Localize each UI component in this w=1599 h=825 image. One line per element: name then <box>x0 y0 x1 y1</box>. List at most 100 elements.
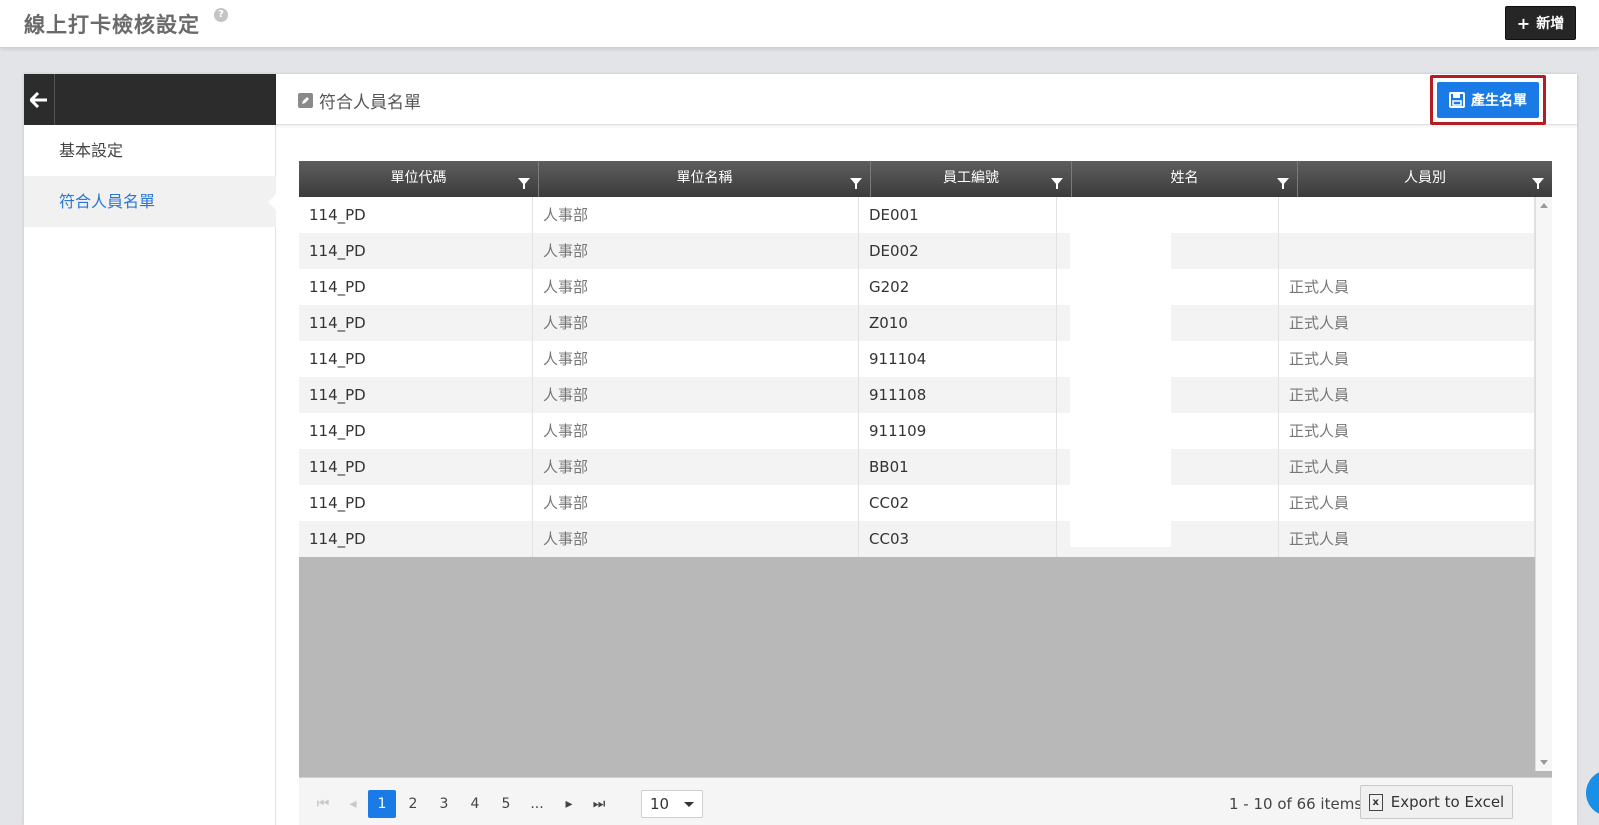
generate-list-label: 產生名單 <box>1471 93 1527 109</box>
filter-icon[interactable] <box>1277 178 1289 189</box>
table-row[interactable]: 114_PD 人事部 911109 正式人員 <box>299 413 1535 449</box>
add-button[interactable]: + 新增 <box>1505 6 1576 40</box>
cell-unit-code: 114_PD <box>299 305 533 341</box>
add-button-label: 新增 <box>1536 16 1565 32</box>
content-header: 符合人員名單 <box>276 74 1577 125</box>
scroll-down-icon[interactable] <box>1540 760 1548 765</box>
save-icon <box>1449 92 1465 108</box>
page-size-value: 10 <box>650 795 670 813</box>
generate-list-button[interactable]: 產生名單 <box>1437 82 1539 118</box>
help-icon[interactable]: ? <box>214 8 228 22</box>
edit-icon <box>298 93 313 108</box>
cell-unit-code: 114_PD <box>299 197 533 233</box>
cell-emp-id: DE001 <box>859 197 1057 233</box>
page-button-3[interactable]: 3 <box>430 790 458 818</box>
chevron-down-icon <box>684 802 694 807</box>
cell-staff-type: 正式人員 <box>1279 521 1535 557</box>
sidebar: 基本設定 符合人員名單 <box>24 74 277 825</box>
plus-icon: + <box>1516 13 1531 33</box>
cell-unit-code: 114_PD <box>299 377 533 413</box>
cell-staff-type: 正式人員 <box>1279 449 1535 485</box>
filter-icon[interactable] <box>1051 178 1063 189</box>
cell-unit-name: 人事部 <box>533 233 859 269</box>
column-label: 姓名 <box>1170 170 1199 186</box>
column-header-staff-type[interactable]: 人員別 <box>1298 161 1552 197</box>
cell-unit-code: 114_PD <box>299 413 533 449</box>
arrow-left-icon <box>30 91 47 108</box>
cell-unit-name: 人事部 <box>533 341 859 377</box>
cell-unit-name: 人事部 <box>533 197 859 233</box>
cell-staff-type <box>1279 197 1535 233</box>
chat-icon[interactable] <box>1586 770 1599 816</box>
sidebar-item-basic-settings[interactable]: 基本設定 <box>24 125 276 176</box>
cell-emp-id: DE002 <box>859 233 1057 269</box>
cell-staff-type: 正式人員 <box>1279 485 1535 521</box>
table-row[interactable]: 114_PD 人事部 CC02 正式人員 <box>299 485 1535 521</box>
excel-icon: x <box>1368 793 1383 811</box>
cell-emp-id: BB01 <box>859 449 1057 485</box>
page-size-select[interactable]: 10 <box>641 790 703 818</box>
column-label: 單位代碼 <box>390 170 447 186</box>
scroll-up-icon[interactable] <box>1540 203 1548 208</box>
cell-emp-id: CC02 <box>859 485 1057 521</box>
table-row[interactable]: 114_PD 人事部 DE002 <box>299 233 1535 269</box>
column-label: 人員別 <box>1404 170 1446 186</box>
next-page-icon[interactable]: ▸ <box>555 790 583 818</box>
cell-staff-type: 正式人員 <box>1279 269 1535 305</box>
column-label: 單位名稱 <box>676 170 733 186</box>
prev-page-icon[interactable]: ◂ <box>339 790 367 818</box>
cell-unit-name: 人事部 <box>533 305 859 341</box>
cell-unit-code: 114_PD <box>299 233 533 269</box>
column-header-unit-code[interactable]: 單位代碼 <box>299 161 539 197</box>
cell-emp-id: CC03 <box>859 521 1057 557</box>
page-button-2[interactable]: 2 <box>399 790 427 818</box>
table-row[interactable]: 114_PD 人事部 DE001 <box>299 197 1535 233</box>
page-title: 線上打卡檢核設定 <box>24 13 200 37</box>
table-row[interactable]: 114_PD 人事部 Z010 正式人員 <box>299 305 1535 341</box>
cell-unit-code: 114_PD <box>299 341 533 377</box>
column-header-unit-name[interactable]: 單位名稱 <box>539 161 871 197</box>
section-title-label: 符合人員名單 <box>319 93 421 113</box>
section-title: 符合人員名單 <box>298 88 421 113</box>
cell-unit-name: 人事部 <box>533 269 859 305</box>
vertical-scrollbar[interactable] <box>1535 197 1552 771</box>
first-page-icon[interactable]: ⏮ <box>309 790 337 818</box>
name-column-mask <box>1070 197 1171 547</box>
cell-unit-code: 114_PD <box>299 521 533 557</box>
export-excel-button[interactable]: x Export to Excel <box>1360 785 1513 819</box>
data-grid: 單位代碼 單位名稱 員工編號 姓名 人員別 114_PD 人事部 DE001 114_… <box>299 161 1552 825</box>
back-button[interactable] <box>24 74 55 125</box>
cell-emp-id: 911104 <box>859 341 1057 377</box>
pager: ⏮ ◂ 1 2 3 4 5 ... ▸ ⏭ 10 1 - 10 of 66 it… <box>299 777 1552 825</box>
column-header-emp-id[interactable]: 員工編號 <box>871 161 1072 197</box>
sidebar-header <box>24 74 276 125</box>
cell-unit-name: 人事部 <box>533 521 859 557</box>
table-row[interactable]: 114_PD 人事部 911108 正式人員 <box>299 377 1535 413</box>
cell-unit-name: 人事部 <box>533 449 859 485</box>
cell-staff-type: 正式人員 <box>1279 377 1535 413</box>
cell-unit-name: 人事部 <box>533 413 859 449</box>
page-button-more[interactable]: ... <box>523 790 551 818</box>
filter-icon[interactable] <box>850 178 862 189</box>
cell-emp-id: 911109 <box>859 413 1057 449</box>
cell-unit-name: 人事部 <box>533 485 859 521</box>
cell-staff-type: 正式人員 <box>1279 305 1535 341</box>
sidebar-item-eligible-list[interactable]: 符合人員名單 <box>24 176 277 227</box>
pager-info: 1 - 10 of 66 items <box>1229 795 1363 813</box>
page-button-5[interactable]: 5 <box>492 790 520 818</box>
table-row[interactable]: 114_PD 人事部 G202 正式人員 <box>299 269 1535 305</box>
table-row[interactable]: 114_PD 人事部 CC03 正式人員 <box>299 521 1535 557</box>
cell-unit-code: 114_PD <box>299 269 533 305</box>
table-row[interactable]: 114_PD 人事部 BB01 正式人員 <box>299 449 1535 485</box>
filter-icon[interactable] <box>518 178 530 189</box>
cell-emp-id: G202 <box>859 269 1057 305</box>
cell-unit-code: 114_PD <box>299 449 533 485</box>
page-button-1[interactable]: 1 <box>368 790 396 818</box>
page-button-4[interactable]: 4 <box>461 790 489 818</box>
column-header-name[interactable]: 姓名 <box>1072 161 1298 197</box>
table-row[interactable]: 114_PD 人事部 911104 正式人員 <box>299 341 1535 377</box>
cell-staff-type <box>1279 233 1535 269</box>
last-page-icon[interactable]: ⏭ <box>585 790 613 818</box>
filter-icon[interactable] <box>1532 178 1544 189</box>
grid-rows: 114_PD 人事部 DE001 114_PD 人事部 DE002 114_PD 人事部 G20… <box>299 197 1535 557</box>
